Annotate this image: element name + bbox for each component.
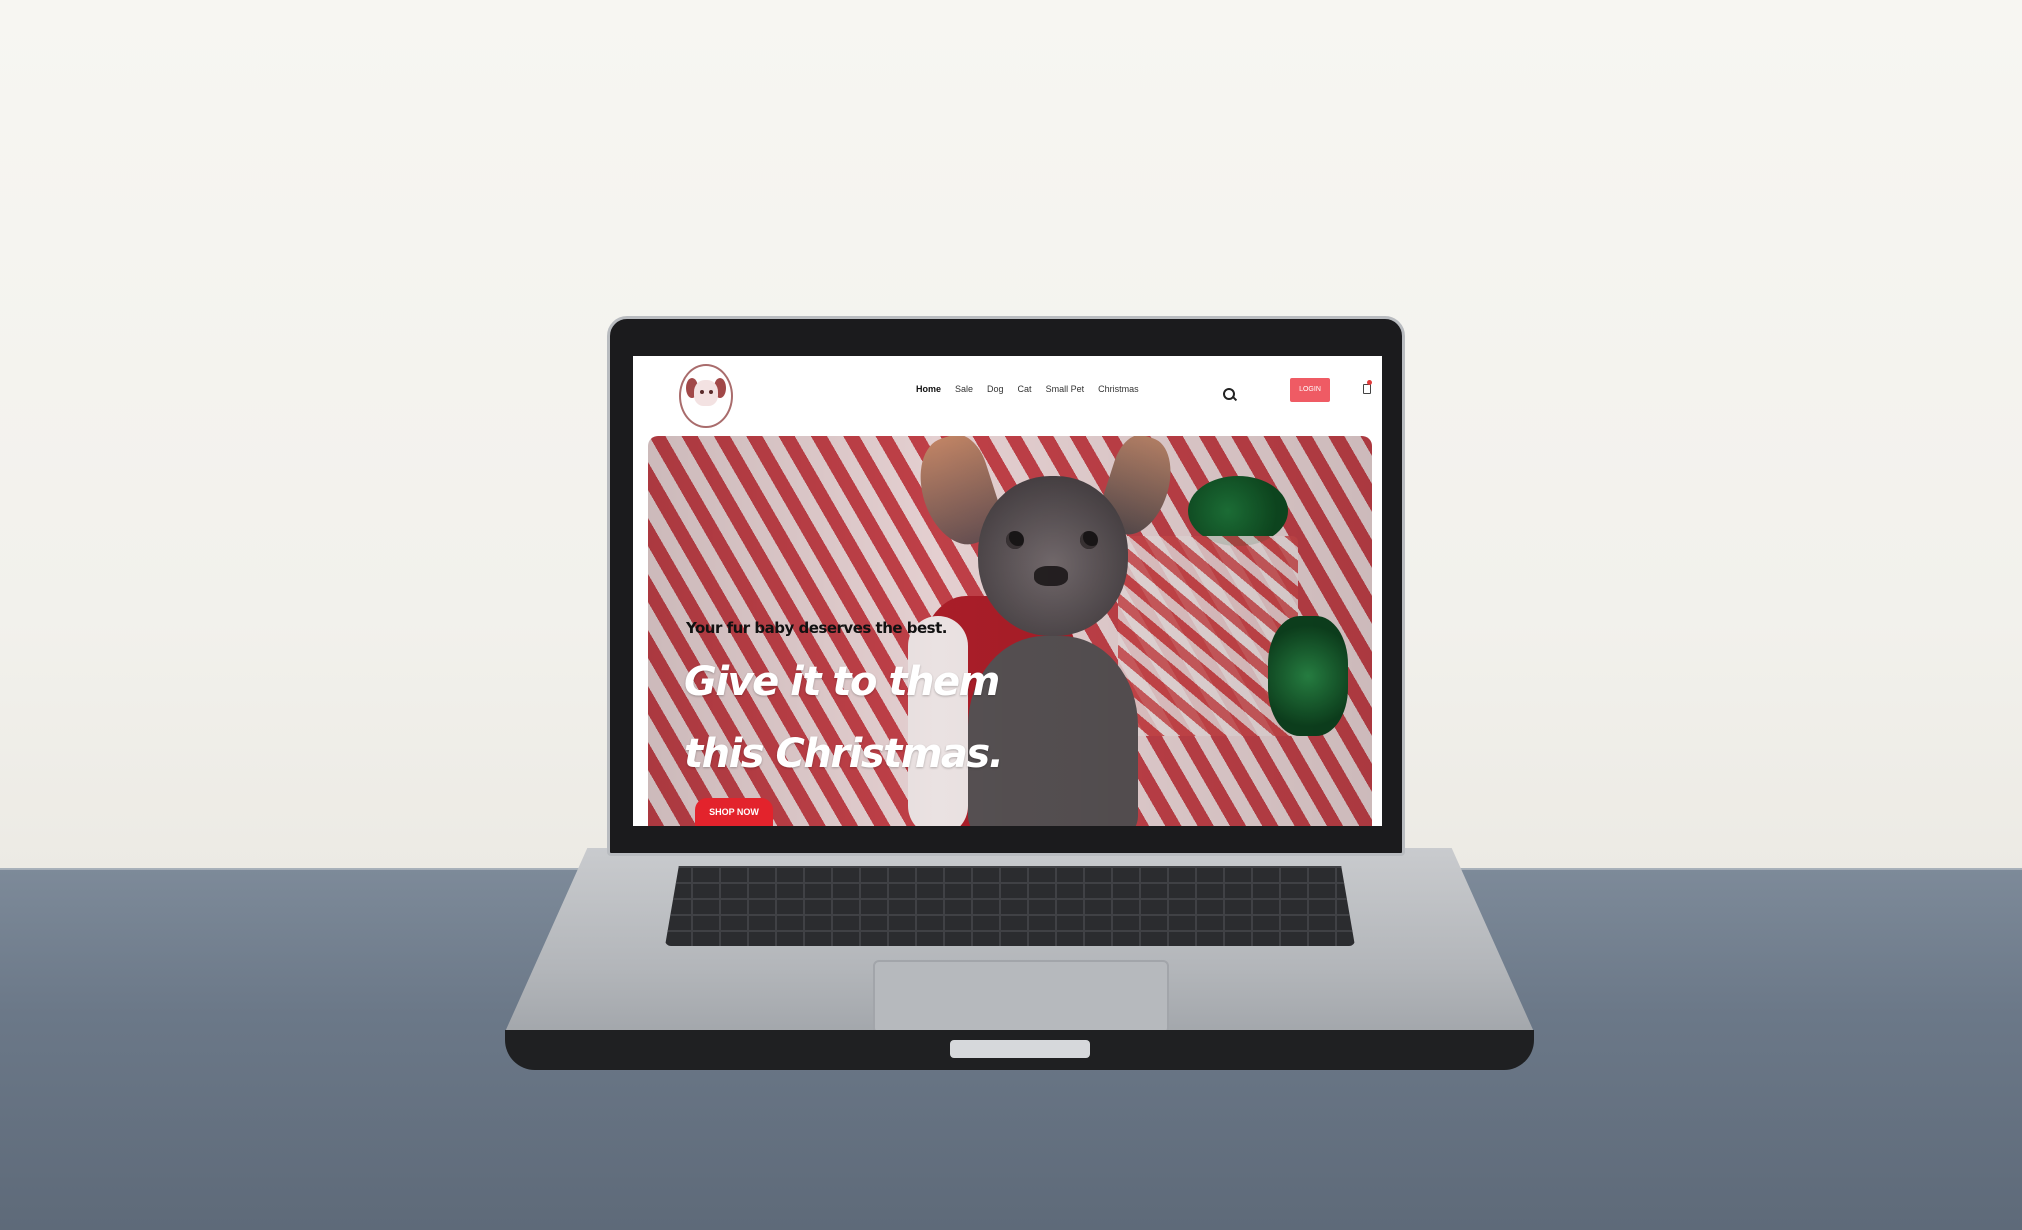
main-nav: Home Sale Dog Cat Small Pet Christmas [916,384,1139,394]
laptop-keyboard [665,866,1355,946]
login-button[interactable]: LOGIN [1290,378,1330,402]
cart-badge [1367,380,1372,385]
logo-dog-icon[interactable] [679,364,733,428]
nav-item-small-pet[interactable]: Small Pet [1046,384,1085,394]
cart-icon[interactable] [1363,384,1371,394]
hero-tagline: Your fur baby deserves the best. [686,619,947,637]
laptop-notch [950,1040,1090,1058]
nav-item-sale[interactable]: Sale [955,384,973,394]
nav-item-home[interactable]: Home [916,384,941,394]
nav-item-dog[interactable]: Dog [987,384,1004,394]
keyboard-keys [665,866,1355,946]
laptop-trackpad [873,960,1169,1034]
site-header: Home Sale Dog Cat Small Pet Christmas LO… [633,356,1382,436]
hero-headline: Give it to them this Christmas. [684,659,1004,777]
logo-eye [700,390,704,394]
hero-banner: Your fur baby deserves the best. Give it… [648,436,1372,826]
logo-face [694,380,718,406]
shop-now-button[interactable]: SHOP NOW [695,798,773,826]
nav-item-cat[interactable]: Cat [1018,384,1032,394]
nav-item-christmas[interactable]: Christmas [1098,384,1139,394]
laptop-screen: Home Sale Dog Cat Small Pet Christmas LO… [633,356,1382,826]
search-icon[interactable] [1223,388,1235,400]
logo-eye [709,390,713,394]
